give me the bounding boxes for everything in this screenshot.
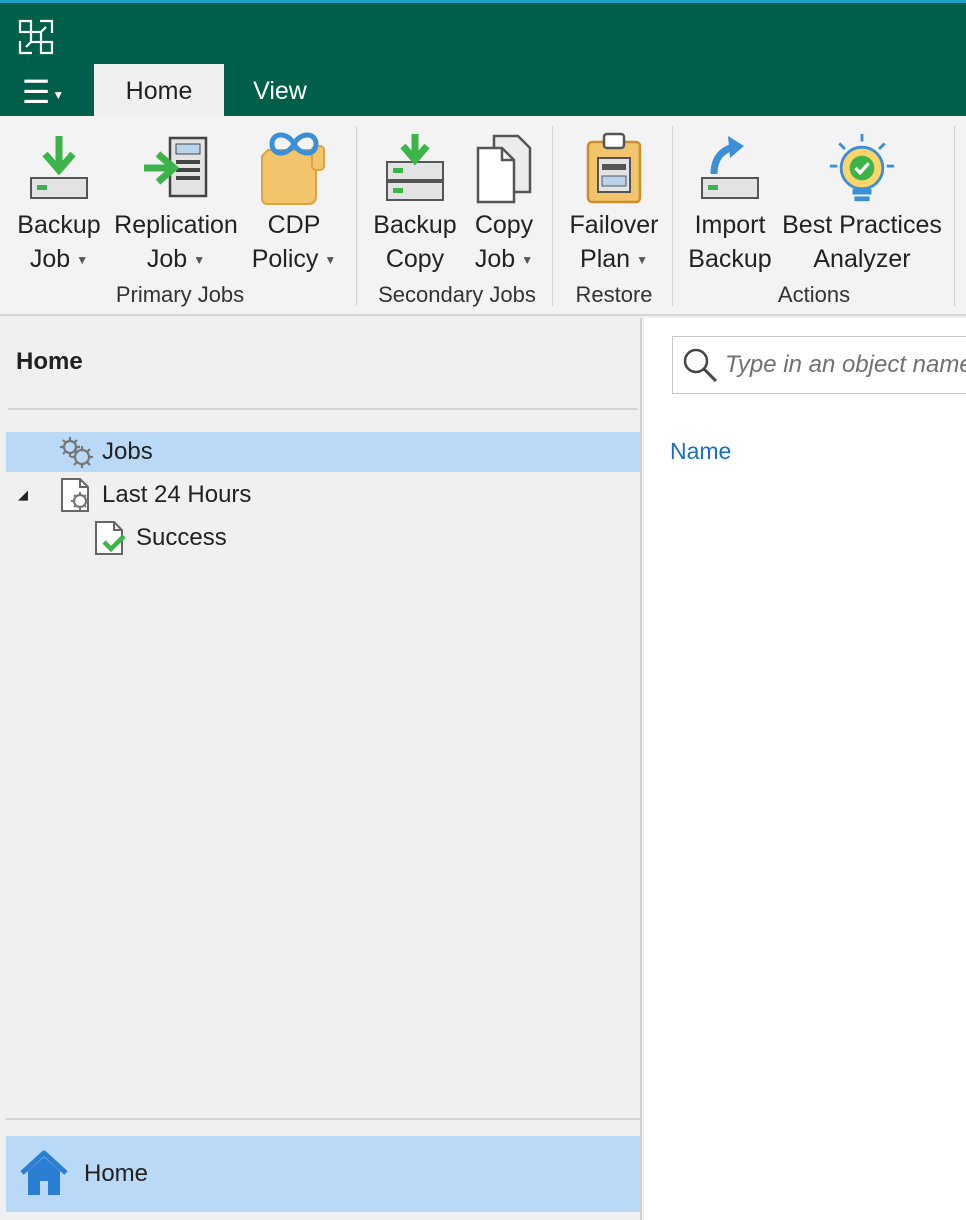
backup-copy-label-1: Backup [373,211,457,239]
navigation-pane: Home Jobs ◢ Last 24 Hours Success Home [2,318,642,1220]
group-label-primary-jobs: Primary Jobs [115,282,245,307]
ribbon-group-separator [954,126,955,306]
pane-divider [8,408,638,410]
best-practices-analyzer-button[interactable]: Best Practices Analyzer [780,128,944,278]
column-header-name[interactable]: Name [670,438,731,465]
dropdown-arrow-icon: ▼ [193,253,206,268]
backup-copy-icon [386,134,444,201]
backup-job-label-2: Job [29,245,71,273]
pane-title: Home [16,348,83,375]
import-backup-label-2: Backup [688,245,772,273]
import-backup-icon [701,136,759,199]
backup-copy-label-2: Copy [385,245,445,273]
cdp-policy-label-2: Policy [251,245,319,273]
replication-job-label-2: Job [146,245,188,273]
cdp-policy-button[interactable]: CDP Policy ▼ [246,128,342,278]
tab-home[interactable]: Home [94,64,224,116]
group-label-restore: Restore [575,282,653,307]
best-practices-label-2: Analyzer [813,245,911,273]
tree-item-label: Jobs [102,438,153,465]
ribbon-group-separator [552,126,553,306]
search-input[interactable] [725,351,966,379]
nav-home-button[interactable]: Home [6,1136,640,1212]
lightbulb-check-icon [829,133,895,202]
failover-plan-label-2: Plan [580,245,631,273]
dropdown-arrow-icon: ▼ [521,253,534,268]
replication-job-label-1: Replication [114,211,238,239]
copy-job-button[interactable]: Copy Job ▼ [464,128,544,278]
tree-item-last-24-hours[interactable]: ◢ Last 24 Hours [6,475,640,515]
failover-plan-button[interactable]: Failover Plan ▼ [564,128,664,278]
import-backup-button[interactable]: Import Backup [684,128,776,278]
group-label-actions: Actions [777,282,851,307]
backup-job-icon [30,136,88,199]
replication-job-button[interactable]: Replication Job ▼ [110,128,242,278]
ribbon-group-separator [356,126,357,306]
replication-job-icon [144,136,208,198]
cdp-policy-label-1: CDP [267,211,321,239]
tree-item-jobs[interactable]: Jobs [6,432,640,472]
failover-plan-icon [586,132,642,204]
search-icon [683,348,718,383]
tab-view[interactable]: View [232,64,328,116]
hamburger-menu-icon: ☰ [21,73,51,111]
app-window: ☰ ▼ Home View Backup Job ▼ Replication J… [0,0,966,1220]
dropdown-arrow-icon: ▼ [76,253,89,268]
main-menu-button[interactable]: ☰ ▼ [12,70,74,114]
best-practices-label-1: Best Practices [782,211,942,239]
backup-copy-button[interactable]: Backup Copy [370,128,460,278]
copy-job-label-2: Job [474,245,516,273]
tree-item-label: Last 24 Hours [102,481,252,508]
search-box[interactable] [672,336,966,394]
tree-item-success[interactable]: Success [6,518,640,558]
veeam-logo-icon [18,19,54,55]
document-gear-icon [61,478,89,512]
failover-plan-label-1: Failover [569,211,659,239]
cdp-policy-icon [261,132,325,205]
backup-job-button[interactable]: Backup Job ▼ [14,128,104,278]
pane-divider [6,1118,640,1120]
tree-item-label: Success [136,524,227,551]
dropdown-arrow-icon: ▼ [324,253,337,268]
expand-collapse-icon[interactable]: ◢ [18,487,58,503]
ribbon: Backup Job ▼ Replication Job ▼ CDP Polic… [0,116,966,316]
ribbon-tab-row: ☰ ▼ Home View [0,64,966,116]
group-label-secondary-jobs: Secondary Jobs [378,282,536,307]
gears-icon [60,437,93,468]
copy-job-label-1: Copy [474,211,534,239]
backup-job-label-1: Backup [17,211,101,239]
nav-home-label: Home [84,1160,149,1187]
ribbon-group-separator [672,126,673,306]
copy-job-icon [476,134,532,204]
import-backup-label-1: Import [694,211,766,239]
home-icon [20,1150,68,1195]
dropdown-arrow-icon: ▼ [636,253,648,268]
content-pane: Name [644,318,966,1220]
document-check-icon [95,521,126,555]
title-bar [0,0,966,64]
chevron-down-icon: ▼ [52,88,65,102]
